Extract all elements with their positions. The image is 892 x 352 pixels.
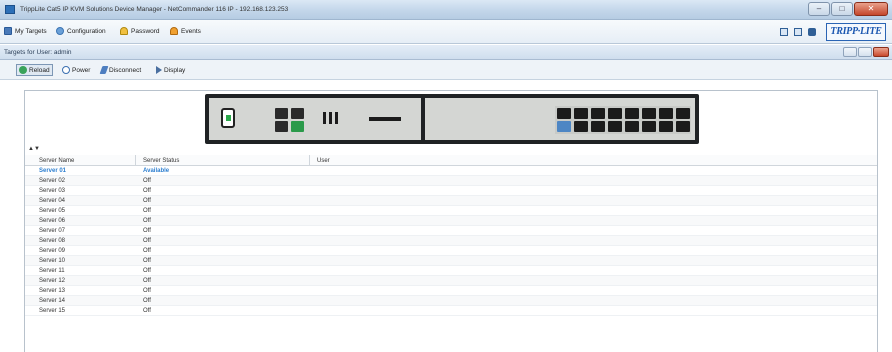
main-toolbar: My Targets Configuration Password Events… — [0, 20, 892, 44]
events-icon — [170, 27, 178, 35]
table-row[interactable]: Server 10 Off — [25, 256, 877, 266]
targets-content: ▲▼ Server Name Server Status User Server… — [24, 90, 878, 352]
minimize-button[interactable]: – — [808, 2, 830, 16]
password-icon — [120, 27, 128, 35]
power-icon — [62, 66, 70, 74]
table-row[interactable]: Server 12 Off — [25, 276, 877, 286]
table-row[interactable]: Server 05 Off — [25, 206, 877, 216]
maximize-button[interactable]: □ — [831, 2, 853, 16]
targets-panel-header: Targets for User: admin — [0, 45, 892, 60]
tripp-lite-logo: TRIPP·LITE — [826, 23, 886, 41]
reload-icon — [19, 66, 27, 74]
servers-table: Server Name Server Status User Server 01… — [25, 155, 877, 316]
my-targets-button[interactable]: My Targets — [4, 27, 47, 35]
table-row[interactable]: Server 13 Off — [25, 286, 877, 296]
power-button[interactable]: Power — [62, 65, 90, 75]
server-ports — [555, 106, 691, 134]
header-user[interactable]: User — [317, 158, 330, 164]
configuration-label: Configuration — [67, 27, 106, 35]
configuration-icon — [56, 27, 64, 35]
password-button[interactable]: Password — [120, 27, 160, 35]
disconnect-icon — [99, 66, 109, 74]
sort-arrows-icon[interactable]: ▲▼ — [28, 146, 40, 152]
device-logo-icon — [221, 108, 235, 128]
table-row[interactable]: Server 11 Off — [25, 266, 877, 276]
restore-icon[interactable] — [794, 28, 802, 36]
device-left-panel — [209, 98, 421, 140]
header-server-status[interactable]: Server Status — [143, 158, 179, 164]
window-controls: – □ ✕ — [808, 2, 888, 16]
disconnect-button[interactable]: Disconnect — [99, 65, 142, 75]
table-row[interactable]: Server 06 Off — [25, 216, 877, 226]
close-button[interactable]: ✕ — [854, 2, 888, 16]
password-label: Password — [131, 27, 160, 35]
targets-toolbar: Reload Power Disconnect Display — [0, 60, 892, 80]
table-row[interactable]: Server 15 Off — [25, 306, 877, 316]
lock-icon[interactable] — [808, 28, 816, 36]
table-row[interactable]: Server 09 Off — [25, 246, 877, 256]
display-button[interactable]: Display — [156, 65, 185, 75]
reload-button[interactable]: Reload — [16, 64, 53, 76]
reload-label: Reload — [29, 66, 50, 74]
title-bar: TrippLite Cat5 IP KVM Solutions Device M… — [0, 0, 892, 20]
device-vents — [323, 112, 338, 124]
power-label: Power — [72, 66, 91, 74]
table-row[interactable]: Server 14 Off — [25, 296, 877, 306]
window-icon[interactable] — [780, 28, 788, 36]
panel-restore-button[interactable] — [858, 47, 872, 57]
table-row[interactable]: Server 01 Available — [25, 166, 877, 176]
device-image-area — [25, 91, 877, 147]
events-label: Events — [181, 27, 201, 35]
table-body: Server 01 Available Server 02 Off Server 0… — [25, 166, 877, 316]
panel-controls — [843, 47, 889, 57]
toolbar-right-icons — [780, 28, 816, 36]
configuration-button[interactable]: Configuration — [56, 27, 106, 35]
targets-icon — [4, 27, 12, 35]
targets-panel-title: Targets for User: admin — [4, 49, 72, 56]
device-right-panel — [425, 98, 695, 140]
my-targets-label: My Targets — [15, 27, 47, 35]
table-row[interactable]: Server 07 Off — [25, 226, 877, 236]
panel-close-button[interactable] — [873, 47, 889, 57]
table-row[interactable]: Server 04 Off — [25, 196, 877, 206]
display-icon — [156, 66, 162, 74]
header-server-name[interactable]: Server Name — [39, 158, 74, 164]
disconnect-label: Disconnect — [109, 66, 142, 74]
table-header: Server Name Server Status User — [25, 155, 877, 166]
kvm-switch-image — [205, 94, 699, 144]
console-ports — [275, 108, 305, 132]
app-icon — [5, 5, 15, 14]
table-row[interactable]: Server 02 Off — [25, 176, 877, 186]
display-label: Display — [164, 66, 186, 74]
events-button[interactable]: Events — [170, 27, 201, 35]
device-slot — [369, 117, 401, 121]
table-row[interactable]: Server 03 Off — [25, 186, 877, 196]
panel-minimize-button[interactable] — [843, 47, 857, 57]
window-title: TrippLite Cat5 IP KVM Solutions Device M… — [20, 6, 289, 13]
table-row[interactable]: Server 08 Off — [25, 236, 877, 246]
